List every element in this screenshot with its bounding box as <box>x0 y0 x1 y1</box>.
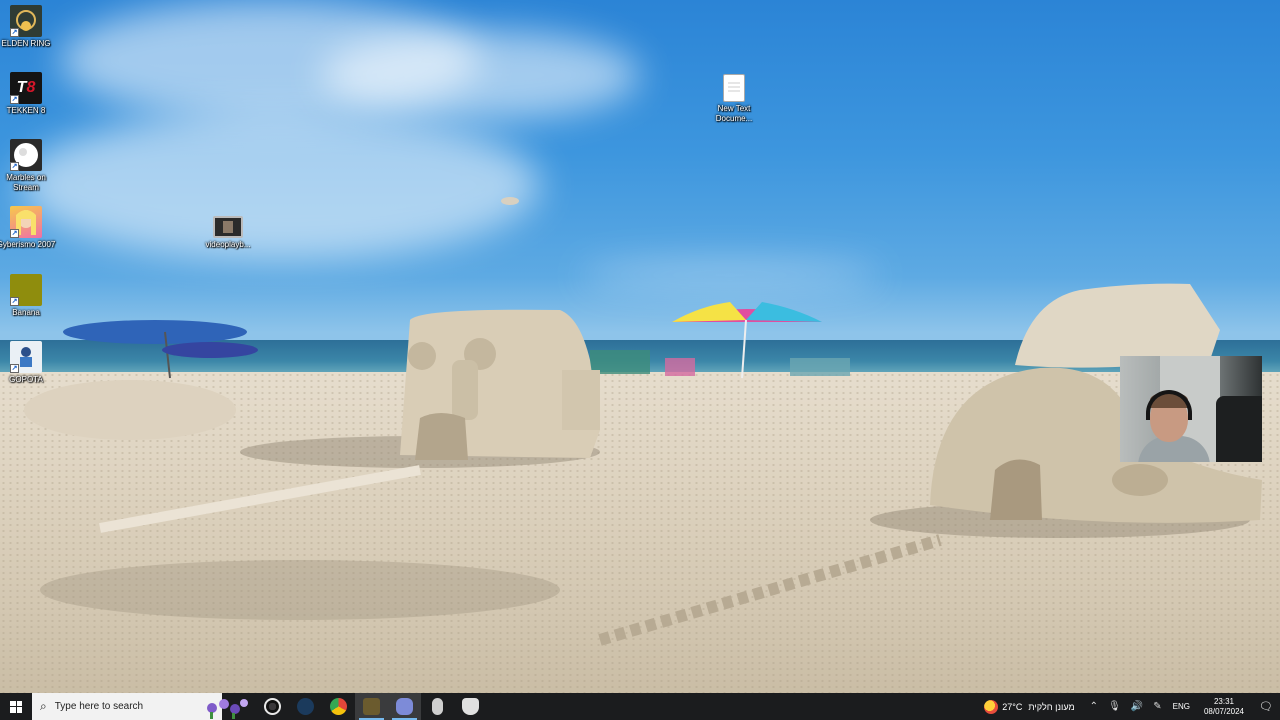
desktop-icon-marbles-on-stream[interactable]: ↗ Marbles on Stream <box>0 139 52 193</box>
desktop-icon-label: Marbles on Stream <box>6 173 46 192</box>
text-document-icon <box>723 74 745 102</box>
microphone-icon[interactable]: 🎙 <box>1108 701 1121 712</box>
desktop-file-new-text-document[interactable]: New Text Docume... <box>708 74 760 124</box>
taskbar-search-box[interactable]: ⌕ Type here to search <box>32 693 248 720</box>
notification-center-icon[interactable]: 🗨 <box>1252 693 1280 720</box>
desktop-wallpaper <box>0 0 1280 693</box>
desktop-file-label: videoplayb... <box>205 240 251 249</box>
desktop-icon-banana[interactable]: ↗ Banana <box>0 274 52 318</box>
desktop-file-label: New Text Docume... <box>715 104 753 123</box>
sandcastles <box>24 197 1262 646</box>
obs-icon <box>264 698 281 715</box>
taskbar-app-steam[interactable] <box>289 693 322 720</box>
weather-widget[interactable]: 27°C מעונן חלקית <box>984 699 1075 714</box>
tekken-8-icon: T8 ↗ <box>10 72 42 104</box>
taskbar-app-obs[interactable] <box>256 693 289 720</box>
weather-condition: מעונן חלקית <box>1028 701 1075 712</box>
start-button[interactable] <box>0 693 32 720</box>
gopota-icon: ↗ <box>10 341 42 373</box>
taskbar-app-discord[interactable] <box>388 693 421 720</box>
webcam-overlay <box>1120 356 1262 462</box>
input-language[interactable]: ENG <box>1173 702 1190 711</box>
taskbar: ⌕ Type here to search 27°C מעונן חלקית ⌃… <box>0 693 1280 720</box>
search-icon: ⌕ <box>40 699 47 713</box>
desktop-icon-label: GOPOTA <box>9 375 43 384</box>
banana-icon: ↗ <box>10 274 42 306</box>
weather-temperature: 27°C <box>1002 701 1023 712</box>
settings-app-icon <box>462 698 479 715</box>
desktop-icon-label: ELDEN RING <box>1 39 51 48</box>
desktop-icon-gopota[interactable]: ↗ GOPOTA <box>0 341 52 385</box>
taskbar-app-game[interactable] <box>355 693 388 720</box>
system-tray: 27°C מעונן חלקית ⌃ 🎙 🔊 ✎ ENG 23:31 08/07… <box>984 693 1280 720</box>
weather-partly-cloudy-icon <box>984 699 999 714</box>
desktop-icon-label: TEKKEN 8 <box>6 106 46 115</box>
clock-time: 23:31 <box>1213 696 1234 706</box>
steam-icon <box>297 698 314 715</box>
chrome-icon <box>330 698 347 715</box>
marbles-icon: ↗ <box>10 139 42 171</box>
desktop-icon-label: Gyberismo 2007 <box>0 240 56 249</box>
pen-icon[interactable]: ✎ <box>1153 701 1161 712</box>
game-app-icon <box>363 698 380 715</box>
clock-date: 08/07/2024 <box>1203 706 1244 716</box>
taskbar-app-mouse[interactable] <box>421 693 454 720</box>
search-highlight-icon <box>207 699 248 719</box>
desktop-icon-tekken-8[interactable]: T8 ↗ TEKKEN 8 <box>0 72 52 116</box>
desktop-icon-label: Banana <box>12 308 40 317</box>
gyberismo-icon: ↗ <box>10 206 42 238</box>
desktop-file-videoplayback[interactable]: videoplayb... <box>202 216 254 250</box>
taskbar-app-settings[interactable] <box>454 693 487 720</box>
video-file-icon <box>213 216 243 238</box>
search-placeholder: Type here to search <box>54 701 144 712</box>
elden-ring-icon: ↗ <box>10 5 42 37</box>
taskbar-app-chrome[interactable] <box>322 693 355 720</box>
taskbar-clock[interactable]: 23:31 08/07/2024 <box>1204 697 1244 717</box>
desktop-icon-gyberismo[interactable]: ↗ Gyberismo 2007 <box>0 206 55 250</box>
volume-icon[interactable]: 🔊 <box>1131 701 1143 712</box>
windows-logo-icon <box>10 700 22 713</box>
mouse-app-icon <box>432 698 443 715</box>
desktop-icon-elden-ring[interactable]: ↗ ELDEN RING <box>0 5 52 49</box>
taskbar-pinned-apps <box>256 693 487 720</box>
discord-icon <box>396 698 413 715</box>
show-hidden-icons-chevron-icon[interactable]: ⌃ <box>1090 701 1098 712</box>
